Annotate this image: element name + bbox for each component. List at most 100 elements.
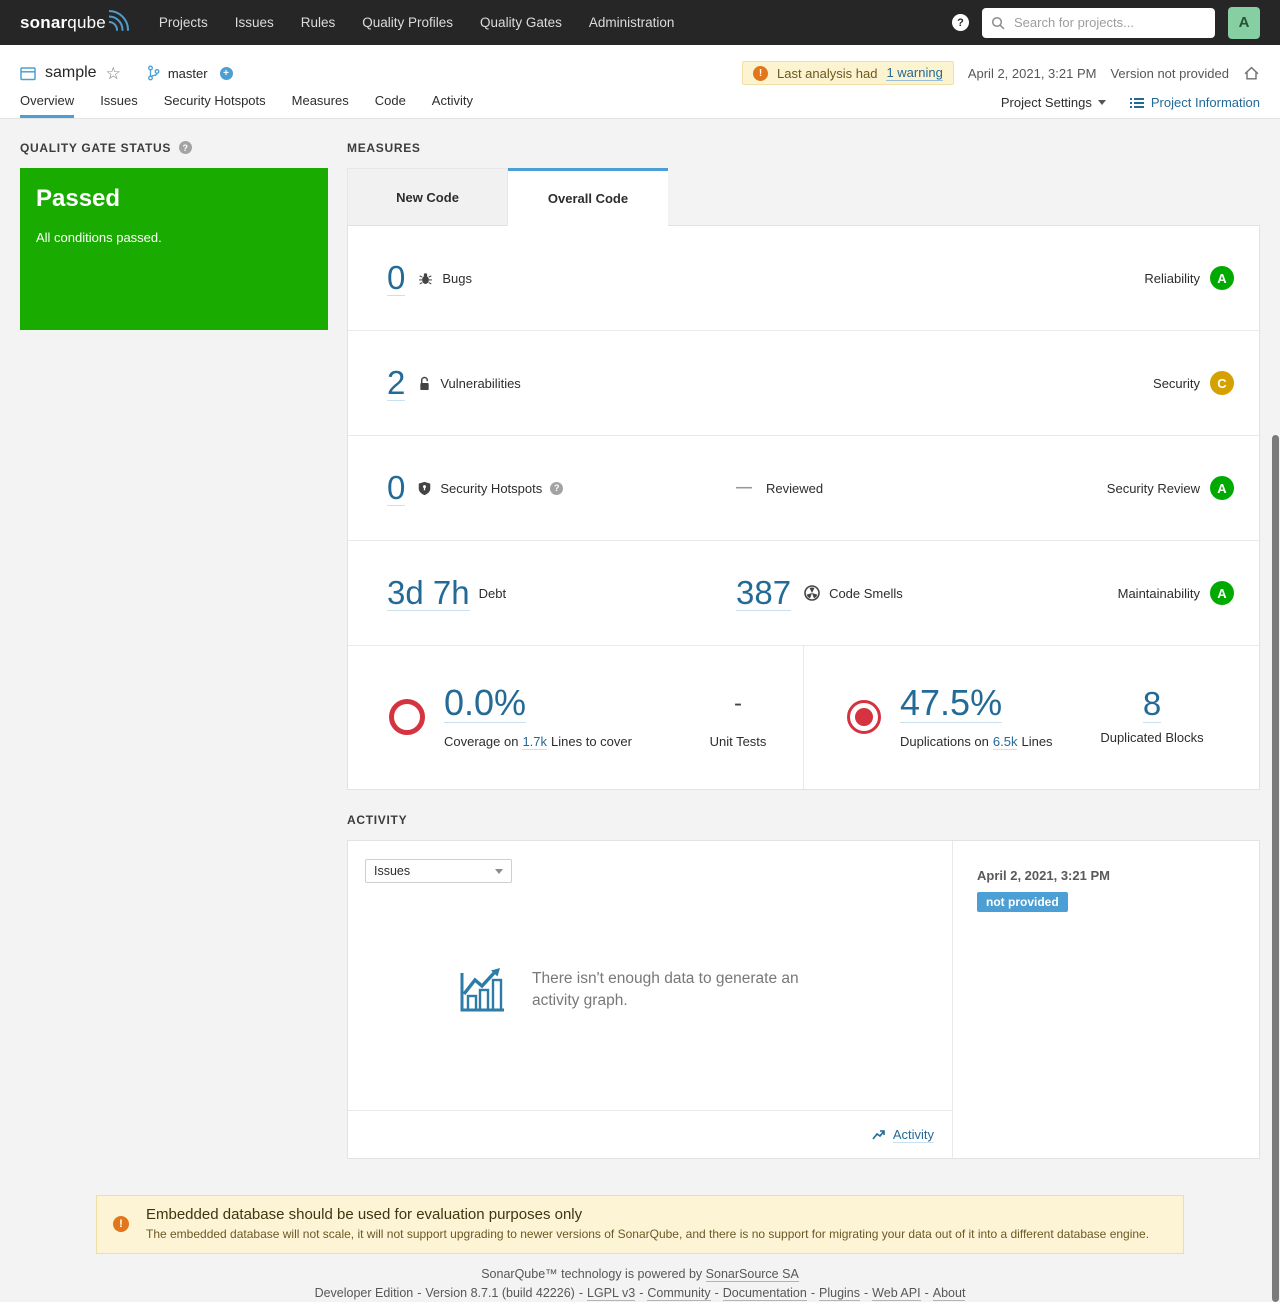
tab-overview[interactable]: Overview: [20, 93, 75, 118]
site-footer: SonarQube™ technology is powered by Sona…: [0, 1254, 1280, 1301]
warning-count-link[interactable]: 1 warning: [886, 65, 943, 81]
code-smells-icon: [804, 585, 820, 601]
activity-card-footer: Activity: [348, 1110, 952, 1158]
vertical-scrollbar[interactable]: [1272, 435, 1279, 1302]
plus-circle-icon[interactable]: +: [219, 66, 233, 80]
security-rating-badge[interactable]: C: [1210, 371, 1234, 395]
coverage-value-link[interactable]: 0.0%: [444, 684, 527, 723]
embedded-db-warning-description: The embedded database will not scale, it…: [146, 1227, 1150, 1241]
maintainability-row: 3d 7h Debt 387 Code Smells Maintainabili…: [348, 541, 1259, 646]
nav-item-projects[interactable]: Projects: [159, 15, 208, 30]
help-icon[interactable]: ?: [179, 141, 193, 154]
tab-issues[interactable]: Issues: [100, 93, 138, 118]
activity-section-title: ACTIVITY: [347, 812, 1260, 827]
embedded-db-warning-text: Embedded database should be used for eva…: [146, 1206, 1149, 1241]
activity-sidebar: April 2, 2021, 3:21 PM not provided: [953, 841, 1259, 1158]
quality-gate-status: Passed: [36, 185, 121, 212]
duplicated-blocks-group: 8 Duplicated Blocks: [1074, 646, 1230, 745]
favorite-star-icon[interactable]: ☆: [106, 65, 121, 82]
search-input[interactable]: [1012, 14, 1206, 31]
branch-selector: master +: [147, 65, 233, 81]
footer-link-web-api[interactable]: Web API: [872, 1286, 921, 1301]
duplications-value-link[interactable]: 47.5%: [900, 684, 1003, 723]
footer-link-plugins[interactable]: Plugins: [819, 1286, 860, 1301]
hotspots-count-link[interactable]: 0: [387, 470, 406, 507]
nav-right: ? A: [952, 6, 1260, 39]
activity-title-text: ACTIVITY: [347, 812, 408, 827]
project-icon: [20, 66, 36, 81]
debt-value-link[interactable]: 3d 7h: [387, 575, 470, 612]
footer-link-community[interactable]: Community: [647, 1286, 711, 1301]
help-icon[interactable]: ?: [550, 481, 564, 495]
nav-item-quality-gates[interactable]: Quality Gates: [480, 15, 562, 30]
lock-icon: [418, 376, 431, 391]
maintainability-rating-badge[interactable]: A: [1210, 581, 1234, 605]
graph-metric-select[interactable]: Issues: [365, 859, 512, 883]
trend-arrow-icon: [872, 1129, 886, 1141]
help-icon[interactable]: ?: [952, 14, 969, 31]
unit-tests-value: -: [734, 690, 742, 717]
branch-name: master: [167, 65, 208, 81]
reliability-rating-badge[interactable]: A: [1210, 266, 1234, 290]
search-icon: [991, 16, 1005, 30]
project-header: sample ☆ master + ! Last analysis had 1 …: [0, 45, 1280, 119]
nav-item-administration[interactable]: Administration: [589, 15, 675, 30]
security-review-rating-badge[interactable]: A: [1210, 476, 1234, 500]
activity-event-date: April 2, 2021, 3:21 PM: [977, 868, 1110, 883]
footer-link-lgpl[interactable]: LGPL v3: [587, 1286, 636, 1301]
coverage-ring-icon: [389, 699, 425, 735]
version-badge: not provided: [977, 892, 1068, 912]
coverage-panel: 0.0% Coverage on 1.7k Lines to cover - Uni…: [348, 646, 804, 789]
quality-gate-section-title: QUALITY GATE STATUS ?: [20, 140, 328, 155]
footer-separator: -: [924, 1286, 929, 1300]
user-avatar[interactable]: A: [1228, 6, 1260, 39]
reviewed-label: Reviewed: [766, 480, 824, 496]
security-hotspots-row: 0 Security Hotspots ? — Reviewed Securit…: [348, 436, 1259, 541]
activity-empty-state: There isn't enough data to generate an a…: [348, 964, 952, 1016]
nav-item-rules[interactable]: Rules: [301, 15, 336, 30]
sonarqube-logo[interactable]: sonarqube: [20, 9, 129, 34]
project-information-button[interactable]: Project Information: [1129, 95, 1260, 110]
project-tabs-row: Overview Issues Security Hotspots Measur…: [20, 93, 1260, 118]
footer-link-about[interactable]: About: [932, 1286, 966, 1301]
tab-security-hotspots[interactable]: Security Hotspots: [164, 93, 266, 118]
security-review-label: Security Review: [1106, 480, 1200, 496]
footer-link-sonarsource[interactable]: SonarSource SA: [705, 1267, 799, 1282]
lines-to-cover-link[interactable]: 1.7k: [522, 734, 548, 750]
tab-activity[interactable]: Activity: [432, 93, 473, 118]
logo-sonar: sonar: [20, 12, 68, 32]
vulnerabilities-count-link[interactable]: 2: [387, 365, 406, 402]
graph-metric-value: Issues: [374, 864, 411, 878]
duplicated-blocks-link[interactable]: 8: [1142, 686, 1162, 723]
footer-version-text: Version 8.7.1 (build 42226): [425, 1286, 575, 1300]
list-icon: [1129, 97, 1144, 109]
project-settings-menu[interactable]: Project Settings: [1001, 95, 1106, 110]
bugs-count-link[interactable]: 0: [387, 260, 406, 297]
footer-link-documentation[interactable]: Documentation: [722, 1286, 807, 1301]
activity-empty-message: There isn't enough data to generate an a…: [532, 970, 799, 1010]
tab-measures[interactable]: Measures: [292, 93, 349, 118]
coverage-caption-suffix: Lines to cover: [551, 734, 632, 749]
activity-link[interactable]: Activity: [892, 1127, 934, 1143]
nav-item-quality-profiles[interactable]: Quality Profiles: [362, 15, 453, 30]
duplicated-lines-link[interactable]: 6.5k: [992, 734, 1018, 750]
measures-tabs: New Code Overall Code: [347, 168, 1260, 226]
logo-text: sonarqube: [20, 12, 106, 34]
code-smells-count-link[interactable]: 387: [736, 575, 792, 612]
measures-card: 0 Bugs Reliability A 2 Vulnerabilities S…: [347, 225, 1260, 790]
tab-overall-code[interactable]: Overall Code: [508, 168, 668, 226]
nav-item-issues[interactable]: Issues: [235, 15, 274, 30]
tab-code[interactable]: Code: [375, 93, 406, 118]
project-search[interactable]: [982, 7, 1215, 38]
home-icon: [1243, 65, 1260, 81]
duplications-caption-suffix: Lines: [1021, 734, 1053, 749]
tab-new-code[interactable]: New Code: [347, 168, 508, 225]
overview-content: QUALITY GATE STATUS ? Passed All conditi…: [0, 119, 1280, 1159]
coverage-caption-prefix: Coverage on: [444, 734, 519, 749]
activity-section: ACTIVITY Issues There isn't enough data …: [347, 812, 1260, 1159]
quality-gate-status-box: Passed All conditions passed.: [20, 168, 328, 330]
project-title-row: sample ☆ master + ! Last analysis had 1 …: [20, 58, 1260, 88]
footer-separator: -: [417, 1286, 422, 1300]
activity-card: Issues There isn't enough data to genera…: [347, 840, 1260, 1159]
warning-icon: !: [113, 1215, 129, 1232]
